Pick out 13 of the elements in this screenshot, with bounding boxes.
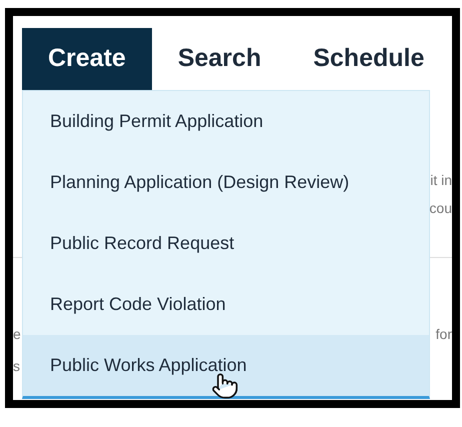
- menu-item[interactable]: Report Code Violation: [23, 274, 429, 335]
- nav-tab[interactable]: Create: [22, 28, 152, 90]
- nav-tab[interactable]: Search: [152, 28, 288, 90]
- page-text: it in: [430, 171, 452, 190]
- nav-tab[interactable]: Schedule: [287, 28, 450, 90]
- page-text: cou: [429, 199, 452, 218]
- page-text: s: [13, 357, 20, 376]
- page-text: for: [436, 325, 452, 344]
- menu-item[interactable]: Public Record Request: [23, 213, 429, 274]
- page-text: e: [13, 325, 21, 344]
- menu-item[interactable]: Building Permit Application: [23, 91, 429, 152]
- menu-item[interactable]: Planning Application (Design Review): [23, 152, 429, 213]
- menu-item[interactable]: Public Works Application: [23, 335, 429, 396]
